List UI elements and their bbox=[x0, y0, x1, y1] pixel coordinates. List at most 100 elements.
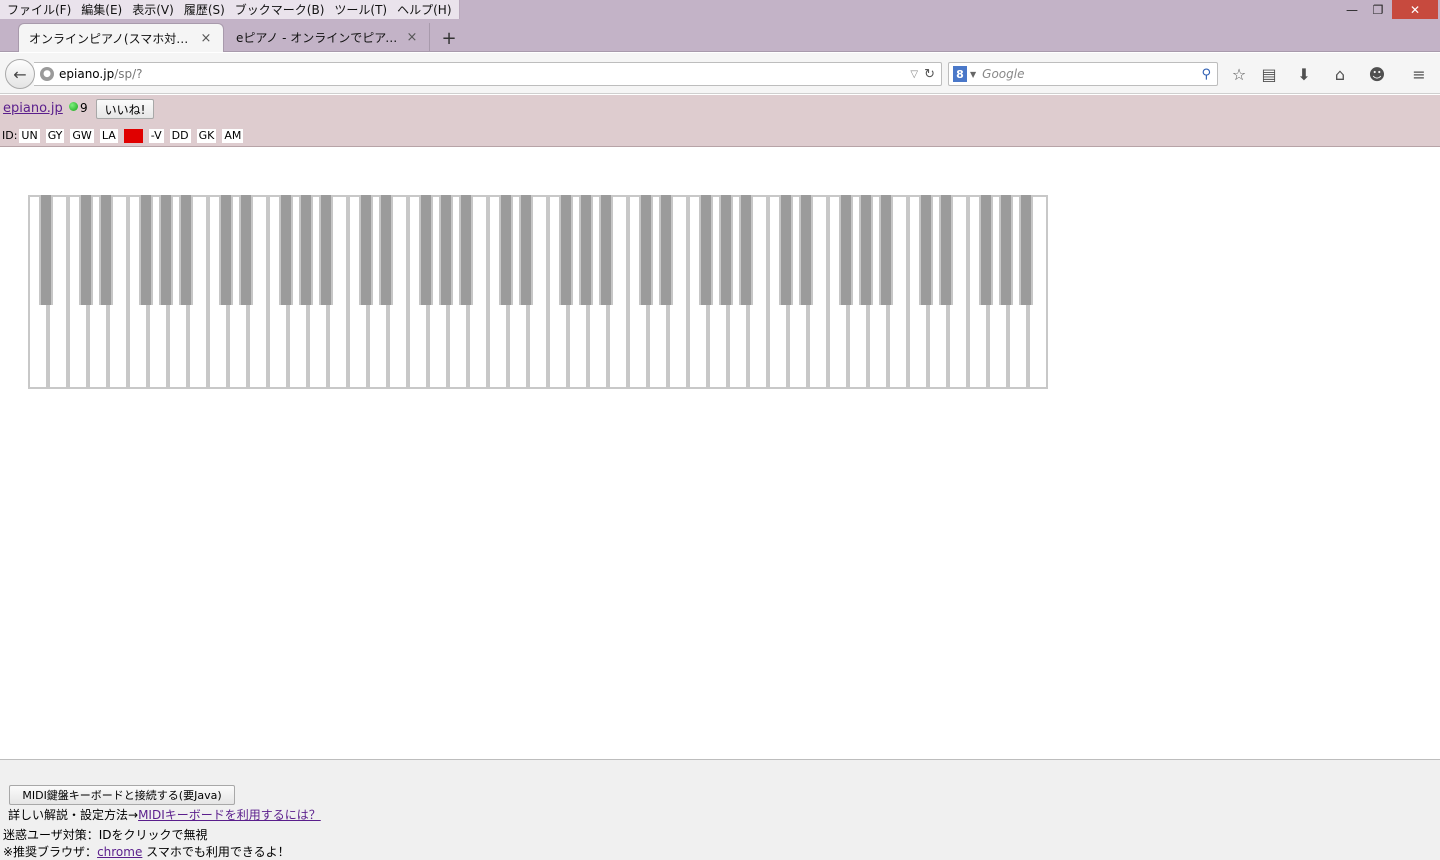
browser-suffix: スマホでも利用できるよ！ bbox=[142, 845, 290, 859]
id-label: ID: bbox=[2, 129, 18, 142]
url-history-dropdown-icon[interactable]: ▽ bbox=[910, 69, 918, 80]
reading-list-icon[interactable]: ▤ bbox=[1258, 64, 1280, 84]
menu-icon[interactable]: ≡ bbox=[1408, 64, 1430, 84]
url-domain: epiano.jp bbox=[59, 67, 115, 81]
tab-online-piano[interactable]: オンラインピアノ(スマホ対応版) × bbox=[18, 23, 224, 52]
reload-icon[interactable]: ↻ bbox=[924, 67, 935, 82]
star-icon[interactable]: ☆ bbox=[1228, 64, 1250, 84]
piano-black-key[interactable] bbox=[139, 195, 153, 305]
google-icon[interactable]: 8 bbox=[953, 66, 967, 82]
piano-black-key[interactable] bbox=[179, 195, 193, 305]
piano-black-key[interactable] bbox=[439, 195, 453, 305]
piano-black-key[interactable] bbox=[459, 195, 473, 305]
piano-black-key[interactable] bbox=[879, 195, 893, 305]
page-header: epiano.jp 9 いいね! ID: UN GY GW LA SU -V D… bbox=[0, 95, 1440, 147]
search-bar[interactable]: 8 ▼ Google ⚲ bbox=[948, 62, 1218, 86]
new-tab-button[interactable]: + bbox=[438, 27, 460, 49]
url-path: /sp/? bbox=[114, 67, 143, 81]
piano-black-key[interactable] bbox=[939, 195, 953, 305]
home-icon[interactable]: ⌂ bbox=[1329, 64, 1351, 84]
tab-close-icon[interactable]: × bbox=[405, 30, 419, 45]
piano-black-key[interactable] bbox=[639, 195, 653, 305]
piano-black-key[interactable] bbox=[39, 195, 53, 305]
site-link[interactable]: epiano.jp bbox=[3, 101, 63, 116]
user-id[interactable]: LA bbox=[99, 128, 118, 143]
chevron-down-icon[interactable]: ▼ bbox=[970, 70, 976, 79]
user-id[interactable]: -V bbox=[148, 128, 164, 143]
piano-black-key[interactable] bbox=[379, 195, 393, 305]
piano-black-key[interactable] bbox=[499, 195, 513, 305]
window-maximize-button[interactable]: ❐ bbox=[1366, 0, 1390, 19]
user-id-list: ID: UN GY GW LA SU -V DD GK AM bbox=[2, 127, 249, 144]
piano-black-key[interactable] bbox=[239, 195, 253, 305]
chrome-link[interactable]: chrome bbox=[97, 845, 142, 859]
like-button[interactable]: いいね! bbox=[96, 99, 154, 119]
download-icon[interactable]: ⬇ bbox=[1293, 64, 1315, 84]
piano-black-key[interactable] bbox=[659, 195, 673, 305]
back-button[interactable]: ← bbox=[5, 59, 35, 89]
menu-bookmarks[interactable]: ブックマーク(B) bbox=[230, 1, 330, 18]
page-footer: MIDI鍵盤キーボードと接続する(要Java) 詳しい解説・設定方法→MIDIキ… bbox=[0, 759, 1440, 860]
browser-prefix: ※推奨ブラウザ： bbox=[3, 845, 98, 859]
tab-epiano[interactable]: eピアノ - オンラインでピアノが弾け… × bbox=[226, 23, 430, 52]
user-id[interactable]: UN bbox=[19, 128, 40, 143]
user-id[interactable]: GY bbox=[45, 128, 65, 143]
menu-edit[interactable]: 編集(E) bbox=[76, 1, 127, 18]
help-line: 詳しい解説・設定方法→MIDIキーボードを利用するには？ bbox=[8, 806, 321, 823]
piano-black-key[interactable] bbox=[699, 195, 713, 305]
piano-black-key[interactable] bbox=[319, 195, 333, 305]
piano-black-key[interactable] bbox=[799, 195, 813, 305]
piano-black-key[interactable] bbox=[299, 195, 313, 305]
online-status-icon bbox=[69, 102, 78, 111]
piano-black-key[interactable] bbox=[79, 195, 93, 305]
piano-black-key[interactable] bbox=[599, 195, 613, 305]
menu-help[interactable]: ヘルプ(H) bbox=[392, 1, 456, 18]
piano-black-key[interactable] bbox=[159, 195, 173, 305]
user-id[interactable]: GK bbox=[196, 128, 217, 143]
online-count: 9 bbox=[80, 101, 88, 115]
user-id[interactable]: GW bbox=[70, 128, 94, 143]
tab-title: オンラインピアノ(スマホ対応版) bbox=[29, 31, 199, 46]
piano-black-key[interactable] bbox=[559, 195, 573, 305]
url-bar[interactable]: ● epiano.jp /sp/? ▽ ↻ bbox=[34, 62, 942, 86]
user-id[interactable]: AM bbox=[222, 128, 244, 143]
chat-icon[interactable]: ☻ bbox=[1366, 64, 1388, 84]
piano-black-key[interactable] bbox=[739, 195, 753, 305]
midi-connect-button[interactable]: MIDI鍵盤キーボードと接続する(要Java) bbox=[9, 785, 235, 805]
midi-help-link[interactable]: MIDIキーボードを利用するには？ bbox=[138, 808, 321, 822]
piano-black-key[interactable] bbox=[919, 195, 933, 305]
browser-note: ※推奨ブラウザ：chrome スマホでも利用できるよ！ bbox=[3, 843, 290, 860]
piano-black-key[interactable] bbox=[99, 195, 113, 305]
piano-black-key[interactable] bbox=[779, 195, 793, 305]
piano-black-key[interactable] bbox=[279, 195, 293, 305]
piano-black-key[interactable] bbox=[419, 195, 433, 305]
menu-file[interactable]: ファイル(F) bbox=[2, 1, 76, 18]
globe-icon: ● bbox=[40, 67, 54, 81]
piano-black-key[interactable] bbox=[579, 195, 593, 305]
spam-note: 迷惑ユーザ対策：IDをクリックで無視 bbox=[3, 828, 208, 842]
menu-bar: ファイル(F) 編集(E) 表示(V) 履歴(S) ブックマーク(B) ツール(… bbox=[0, 0, 460, 19]
window-close-button[interactable]: ✕ bbox=[1392, 0, 1438, 19]
search-input[interactable]: Google bbox=[982, 67, 1201, 81]
piano-black-key[interactable] bbox=[219, 195, 233, 305]
piano-black-key[interactable] bbox=[999, 195, 1013, 305]
user-id-active[interactable]: SU bbox=[123, 128, 143, 143]
piano-black-key[interactable] bbox=[719, 195, 733, 305]
piano-black-key[interactable] bbox=[979, 195, 993, 305]
piano-black-key[interactable] bbox=[839, 195, 853, 305]
navigation-bar: ● epiano.jp /sp/? ▽ ↻ ← 8 ▼ Google ⚲ ☆ ▤… bbox=[0, 53, 1440, 94]
tab-close-icon[interactable]: × bbox=[199, 31, 213, 46]
menu-tools[interactable]: ツール(T) bbox=[329, 1, 392, 18]
menu-view[interactable]: 表示(V) bbox=[127, 1, 179, 18]
piano-black-key[interactable] bbox=[1019, 195, 1033, 305]
menu-history[interactable]: 履歴(S) bbox=[179, 1, 230, 18]
piano-black-key[interactable] bbox=[859, 195, 873, 305]
user-id[interactable]: DD bbox=[169, 128, 191, 143]
tab-title: eピアノ - オンラインでピアノが弾け… bbox=[236, 31, 405, 45]
window-minimize-button[interactable]: — bbox=[1340, 0, 1364, 19]
tab-strip: オンラインピアノ(スマホ対応版) × eピアノ - オンラインでピアノが弾け… … bbox=[0, 19, 1440, 52]
search-icon[interactable]: ⚲ bbox=[1201, 67, 1211, 82]
piano-black-key[interactable] bbox=[359, 195, 373, 305]
piano-black-key[interactable] bbox=[519, 195, 533, 305]
help-prefix: 詳しい解説・設定方法→ bbox=[8, 808, 139, 822]
